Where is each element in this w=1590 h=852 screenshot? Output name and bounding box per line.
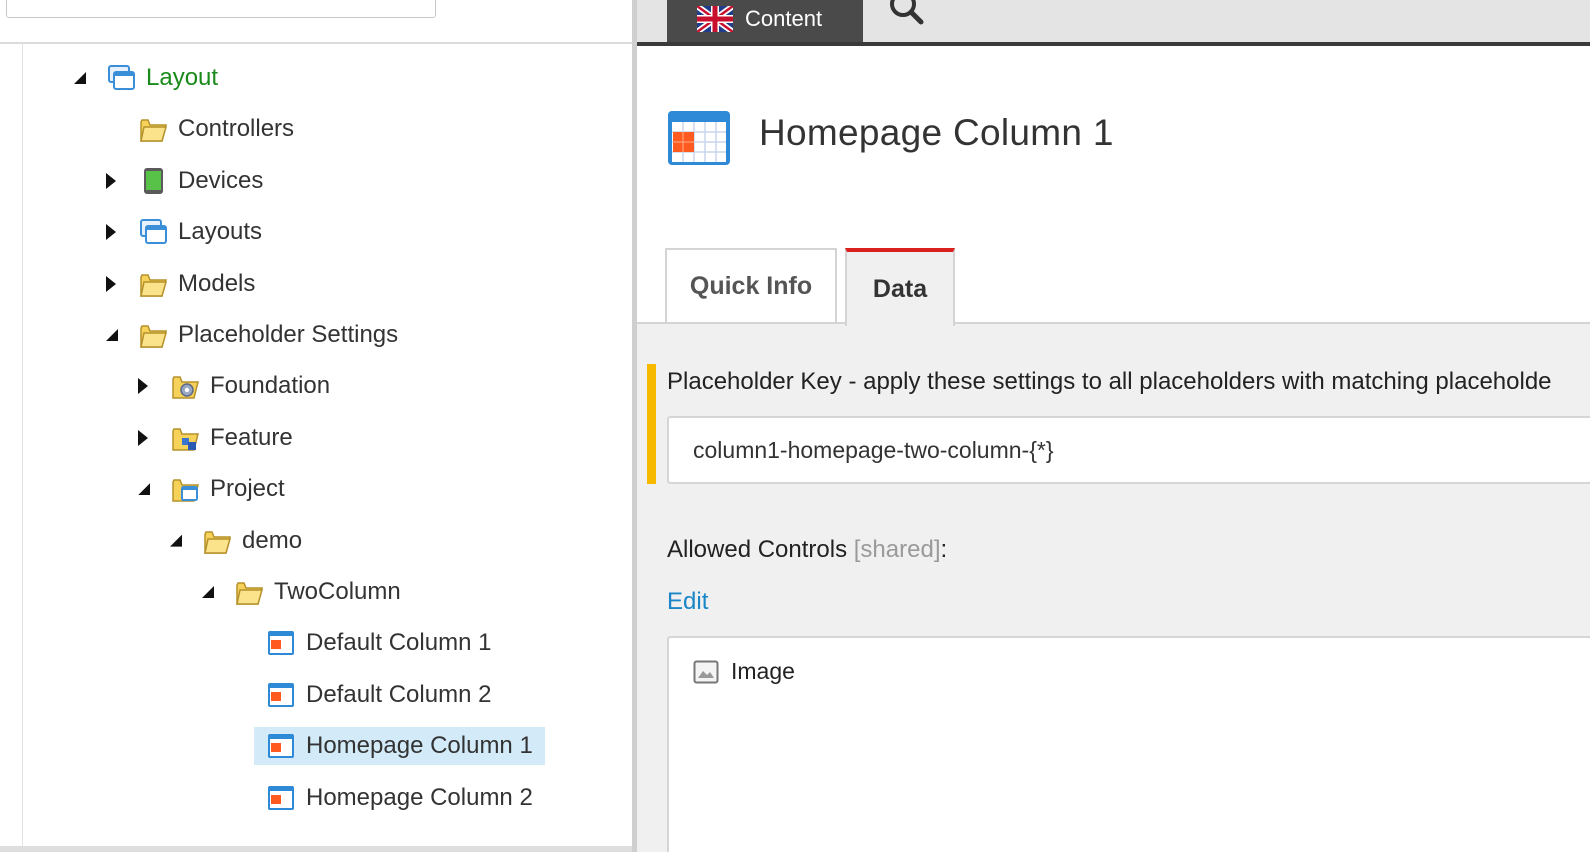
tree-item-label: Default Column 1 (306, 629, 492, 657)
allowed-controls-label: Allowed Controls [shared]: (667, 536, 947, 564)
tree-item-label: Project (210, 475, 285, 503)
collapse-arrow-icon[interactable] (74, 72, 86, 84)
content-tab[interactable]: Content (667, 0, 863, 42)
tree-item-label: Foundation (210, 372, 331, 400)
content-tree-pane: Layout Controllers Devices Layouts Models Pla… (0, 0, 632, 852)
tree-item-devices[interactable]: Devices (138, 165, 263, 197)
folder-icon (204, 530, 231, 554)
placeholder-icon (668, 111, 730, 165)
search-icon[interactable] (887, 0, 927, 28)
folder-icon (236, 582, 263, 605)
tree-item-homepage-column-1[interactable]: Homepage Column 1 (254, 727, 545, 766)
tree-item-label: demo (242, 526, 303, 554)
folder-layout-icon (172, 479, 199, 502)
tree-item-label: Models (178, 269, 256, 297)
collapse-arrow-icon[interactable] (106, 329, 118, 341)
content-tab-label: Content (745, 6, 823, 31)
tree-item-demo[interactable]: demo (202, 525, 302, 557)
tree-item-twocolumn[interactable]: TwoColumn (234, 576, 401, 608)
expand-arrow-icon[interactable] (138, 429, 148, 446)
uk-flag-icon (697, 6, 733, 32)
folder-gear-icon (172, 376, 199, 400)
tab-quick-info[interactable]: Quick Info (665, 248, 837, 322)
tree-item-label: Homepage Column 1 (306, 732, 533, 760)
placeholder-icon (268, 734, 294, 759)
folder-icon (140, 119, 167, 143)
expand-arrow-icon[interactable] (106, 224, 116, 241)
allowed-controls-colon: : (940, 536, 948, 563)
search-separator (0, 42, 632, 44)
tree-item-label: TwoColumn (274, 578, 401, 605)
tree-item-label: Devices (178, 166, 264, 194)
tree-item-default-column-2[interactable]: Default Column 2 (266, 679, 491, 711)
tree-item-label: Layout (146, 64, 219, 91)
tree-search-input[interactable] (6, 0, 436, 18)
tab-data[interactable]: Data (845, 248, 955, 326)
tree-bottom-border (0, 846, 632, 852)
tree-item-controllers[interactable]: Controllers (138, 113, 294, 145)
item-title: Homepage Column 1 (759, 112, 1114, 153)
layout-icon (140, 219, 167, 245)
collapse-arrow-icon[interactable] (202, 586, 214, 598)
tree-item-feature[interactable]: Feature (170, 422, 293, 454)
placeholder-key-input[interactable]: column1-homepage-two-column-{*} (667, 416, 1590, 484)
tree-item-label: Placeholder Settings (178, 321, 399, 348)
layout-icon (108, 65, 135, 90)
device-icon (144, 167, 163, 194)
field-required-marker (647, 364, 656, 484)
allowed-controls-title: Allowed Controls (667, 536, 848, 563)
placeholder-key-label: Placeholder Key - apply these settings t… (667, 368, 1552, 395)
tree-item-foundation[interactable]: Foundation (170, 370, 330, 402)
tree-item-homepage-column-2[interactable]: Homepage Column 2 (266, 782, 533, 814)
tree-item-layouts[interactable]: Layouts (138, 216, 262, 248)
tree-item-project[interactable]: Project (170, 473, 285, 505)
folder-icon (140, 325, 167, 348)
tree-guide-line (22, 44, 23, 852)
list-item[interactable]: Image (693, 658, 795, 685)
image-icon (693, 660, 719, 683)
folder-feature-icon (172, 428, 199, 451)
tree-item-label: Layouts (178, 218, 263, 246)
tree-item-label: Controllers (178, 115, 295, 143)
shared-tag: [shared] (853, 536, 941, 563)
folder-icon (140, 273, 167, 297)
placeholder-icon (268, 785, 294, 810)
tree-item-layout[interactable]: Layout (106, 62, 218, 94)
tree-item-default-column-1[interactable]: Default Column 1 (266, 627, 491, 659)
placeholder-icon (268, 682, 294, 707)
collapse-arrow-icon[interactable] (138, 483, 150, 496)
expand-arrow-icon[interactable] (106, 172, 116, 189)
placeholder-icon (268, 631, 294, 656)
tree-item-label: Default Column 2 (306, 680, 492, 708)
tree-item-models[interactable]: Models (138, 268, 255, 300)
item-editor-pane: Content Homepage Column 1 Quick Info Dat… (637, 0, 1590, 852)
tree-item-label: Homepage Column 2 (306, 783, 533, 811)
expand-arrow-icon[interactable] (106, 275, 116, 292)
tree-item-label: Feature (210, 423, 293, 451)
collapse-arrow-icon[interactable] (170, 534, 182, 547)
edit-link[interactable]: Edit (667, 588, 708, 616)
allowed-controls-list: Image (667, 636, 1590, 852)
tree-item-placeholder-settings[interactable]: Placeholder Settings (138, 319, 398, 351)
placeholder-key-value: column1-homepage-two-column-{*} (693, 436, 1054, 463)
list-item-label: Image (731, 658, 795, 684)
expand-arrow-icon[interactable] (138, 378, 148, 395)
tab-strip-border (637, 322, 1590, 324)
